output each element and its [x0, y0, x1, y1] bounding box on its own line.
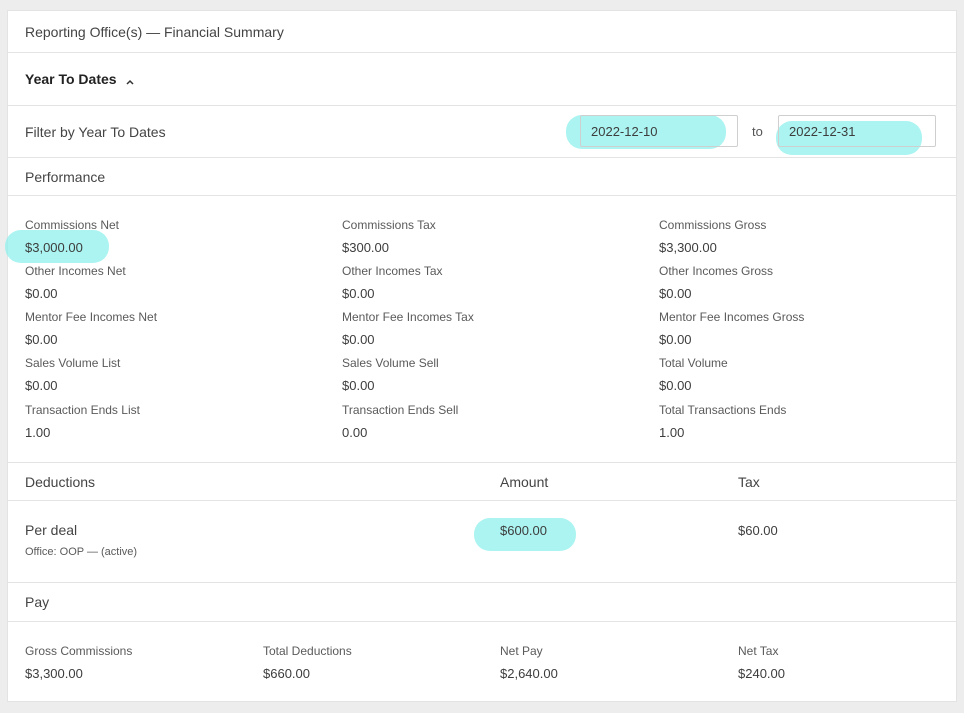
pay-value: $240.00	[738, 666, 785, 681]
pay-value: $2,640.00	[500, 666, 558, 681]
performance-title: Performance	[25, 169, 106, 185]
pay-title: Pay	[25, 594, 50, 610]
metric-value: $0.00	[25, 286, 58, 301]
date-to-input[interactable]	[778, 115, 936, 147]
metric-value: $3,000.00	[25, 240, 83, 255]
metric-label: Commissions Gross	[659, 218, 767, 232]
divider	[8, 52, 956, 53]
divider	[8, 105, 956, 106]
divider	[8, 195, 956, 196]
metric-value: $0.00	[25, 378, 58, 393]
filter-label: Filter by Year To Dates	[25, 124, 166, 140]
deduction-amount: $600.00	[500, 523, 547, 538]
pay-label: Total Deductions	[263, 644, 352, 658]
divider	[8, 157, 956, 158]
metric-label: Mentor Fee Incomes Tax	[342, 310, 474, 324]
metric-value: 1.00	[659, 425, 685, 440]
divider	[8, 582, 956, 583]
metric-value: $0.00	[25, 332, 58, 347]
financial-summary-card: Reporting Office(s) — Financial Summary …	[5, 10, 957, 702]
metric-value: $0.00	[659, 332, 692, 347]
divider	[8, 462, 956, 463]
year-to-dates-label: Year To Dates	[25, 71, 117, 87]
date-from-input[interactable]	[580, 115, 738, 147]
metric-label: Sales Volume List	[25, 356, 121, 370]
metric-label: Transaction Ends List	[25, 403, 140, 417]
pay-value: $3,300.00	[25, 666, 83, 681]
metric-label: Mentor Fee Incomes Gross	[659, 310, 805, 324]
metric-value: $300.00	[342, 240, 389, 255]
metric-value: $0.00	[659, 378, 692, 393]
metric-value: $0.00	[342, 378, 375, 393]
metric-value: $0.00	[342, 332, 375, 347]
metric-label: Other Incomes Gross	[659, 264, 774, 278]
metric-value: 0.00	[342, 425, 368, 440]
metric-label: Transaction Ends Sell	[342, 403, 459, 417]
pay-label: Net Pay	[500, 644, 543, 658]
metric-label: Total Volume	[659, 356, 728, 370]
deduction-tax: $60.00	[738, 523, 778, 538]
metric-label: Sales Volume Sell	[342, 356, 439, 370]
amount-header: Amount	[500, 474, 549, 490]
pay-label: Gross Commissions	[25, 644, 133, 658]
chevron-up-icon	[126, 72, 134, 88]
metric-label: Commissions Net	[25, 218, 120, 232]
metric-label: Mentor Fee Incomes Net	[25, 310, 158, 324]
metric-value: $0.00	[342, 286, 375, 301]
deductions-header: Deductions	[25, 474, 96, 490]
metric-label: Total Transactions Ends	[659, 403, 787, 417]
to-separator: to	[752, 124, 763, 139]
divider	[8, 500, 956, 501]
metric-label: Other Incomes Net	[25, 264, 126, 278]
metric-value: $0.00	[659, 286, 692, 301]
deduction-office: Office: OOP — (active)	[25, 546, 138, 558]
metric-value: $3,300.00	[659, 240, 717, 255]
tax-header: Tax	[738, 474, 760, 490]
deduction-name: Per deal	[25, 522, 78, 538]
divider	[8, 621, 956, 622]
pay-value: $660.00	[263, 666, 310, 681]
pay-label: Net Tax	[738, 644, 779, 658]
year-to-dates-toggle[interactable]: Year To Dates	[25, 71, 134, 88]
metric-value: 1.00	[25, 425, 51, 440]
metric-label: Other Incomes Tax	[342, 264, 443, 278]
page-title: Reporting Office(s) — Financial Summary	[25, 24, 284, 40]
metric-label: Commissions Tax	[342, 218, 436, 232]
